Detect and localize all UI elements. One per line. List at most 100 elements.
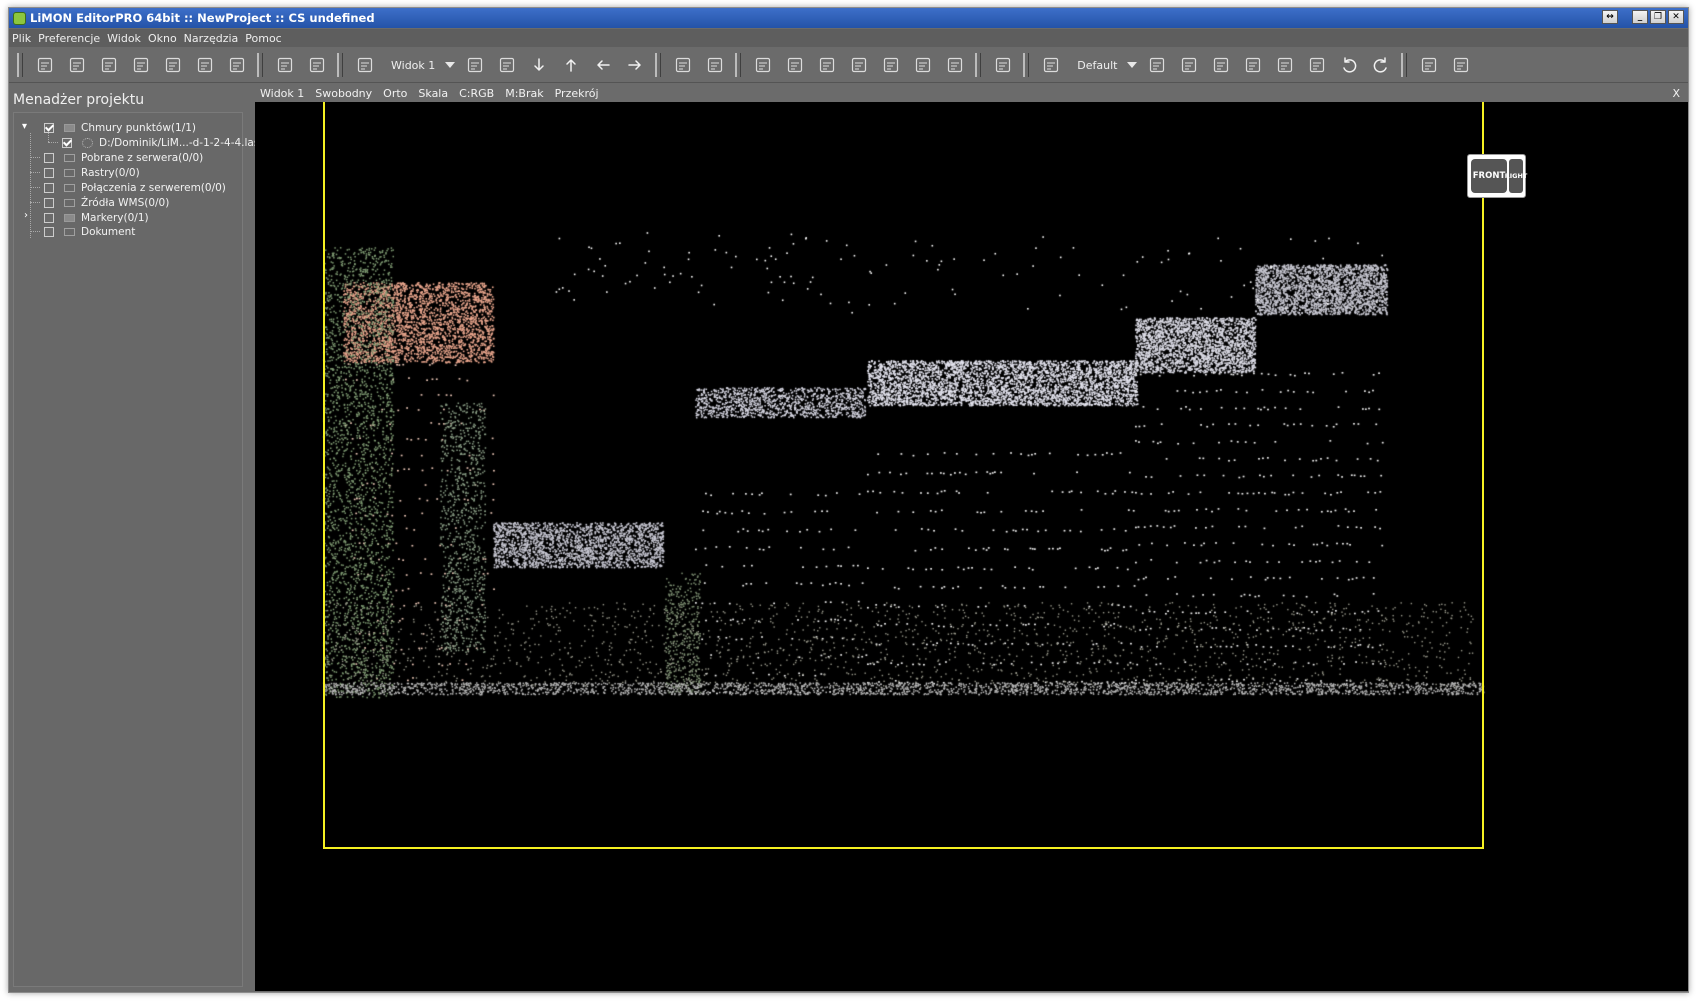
3d-viewport[interactable]: FRONT RIGHT <box>255 102 1688 991</box>
undo-icon[interactable] <box>1336 52 1362 78</box>
document-settings-icon[interactable] <box>128 52 154 78</box>
menu-plik[interactable]: Plik <box>12 32 31 45</box>
rotate-reset-icon[interactable] <box>846 52 872 78</box>
polygon-icon[interactable] <box>1176 52 1202 78</box>
arrow-right-icon[interactable] <box>622 52 648 78</box>
dots-grid-icon[interactable] <box>1240 52 1266 78</box>
title-bar[interactable]: LiMON EditorPRO 64bit :: NewProject :: C… <box>9 8 1688 28</box>
point-add-icon[interactable] <box>750 52 776 78</box>
app-window: LiMON EditorPRO 64bit :: NewProject :: C… <box>8 7 1689 993</box>
view-tabs-bar: Widok 1 Swobodny Orto Skala C:RGB M:Brak… <box>255 84 1688 102</box>
close-button[interactable]: ✕ <box>1668 10 1684 24</box>
tab-c-rgb[interactable]: C:RGB <box>459 87 494 100</box>
clipboard-icon[interactable] <box>1448 52 1474 78</box>
resize-toggle-button[interactable]: ↔ <box>1602 10 1618 24</box>
scale-icon[interactable] <box>878 52 904 78</box>
style-select[interactable]: Default <box>1071 54 1138 76</box>
view-cube-right[interactable]: RIGHT <box>1505 159 1527 193</box>
checkbox-las-file[interactable] <box>62 137 72 148</box>
menu-widok[interactable]: Widok <box>107 32 141 45</box>
close-view-button[interactable]: X <box>1672 87 1680 100</box>
list-icon[interactable] <box>224 52 250 78</box>
checkbox-dokument[interactable] <box>44 226 54 237</box>
point-cloud-icon <box>82 137 93 148</box>
point-move-icon[interactable] <box>782 52 808 78</box>
toolbar-grip[interactable] <box>1023 53 1030 77</box>
dots-lines-icon[interactable] <box>1272 52 1298 78</box>
grid-settings-icon[interactable] <box>160 52 186 78</box>
menu-okno[interactable]: Okno <box>148 32 177 45</box>
window-settings-icon[interactable] <box>96 52 122 78</box>
window-title: LiMON EditorPRO 64bit :: NewProject :: C… <box>30 11 375 25</box>
grid-icon[interactable] <box>1144 52 1170 78</box>
layout-icon[interactable] <box>32 52 58 78</box>
checkbox-rastry[interactable] <box>44 167 54 178</box>
panel-title: Menadżer projektu <box>13 92 145 108</box>
toolbar-grip[interactable] <box>735 53 742 77</box>
toolbar-grip[interactable] <box>1401 53 1408 77</box>
settings-icon[interactable] <box>1038 52 1064 78</box>
layers-icon[interactable] <box>304 52 330 78</box>
ruler-icon[interactable] <box>272 52 298 78</box>
menu-narzedzia[interactable]: Narzędzia <box>184 32 239 45</box>
pick-r-icon[interactable] <box>910 52 936 78</box>
arrow-down-icon[interactable] <box>526 52 552 78</box>
tree-item-polaczenia[interactable]: Połączenia z serwerem(0/0) <box>44 180 226 195</box>
view-settings-icon[interactable] <box>352 52 378 78</box>
menu-preferencje[interactable]: Preferencje <box>38 32 100 45</box>
pick-minus-icon[interactable] <box>942 52 968 78</box>
chevron-down-icon[interactable] <box>1127 62 1138 68</box>
tree-item-label: Dokument <box>81 225 136 238</box>
tab-przekroj[interactable]: Przekrój <box>555 87 599 100</box>
folder-icon <box>64 198 75 207</box>
frame-icon[interactable] <box>494 52 520 78</box>
checkbox-chmury[interactable] <box>44 122 54 133</box>
view-cube[interactable]: FRONT RIGHT <box>1467 154 1527 198</box>
checkbox-polaczenia[interactable] <box>44 182 54 193</box>
toolbar-grip[interactable] <box>655 53 662 77</box>
tab-orto[interactable]: Orto <box>383 87 407 100</box>
toolbar-grip[interactable] <box>17 53 23 77</box>
chevron-down-icon[interactable] <box>445 62 456 68</box>
expand-markery-icon[interactable]: › <box>24 210 28 221</box>
tree-item-chmury[interactable]: Chmury punktów(1/1) <box>44 120 196 135</box>
menu-pomoc[interactable]: Pomoc <box>245 32 281 45</box>
tree-item-rastry[interactable]: Rastry(0/0) <box>44 165 140 180</box>
toolbar-grip[interactable] <box>257 53 263 77</box>
folder-icon <box>64 123 75 132</box>
minimize-button[interactable]: _ <box>1632 10 1648 24</box>
tools-settings-icon[interactable] <box>192 52 218 78</box>
tab-widok-1[interactable]: Widok 1 <box>260 87 304 100</box>
view-select-label: Widok 1 <box>391 58 436 72</box>
profile-icon[interactable] <box>462 52 488 78</box>
checkbox-markery[interactable] <box>44 212 54 223</box>
crosshair-icon[interactable] <box>670 52 696 78</box>
checkbox-wms[interactable] <box>44 197 54 208</box>
rotate-icon[interactable] <box>814 52 840 78</box>
tree-item-markery[interactable]: Markery(0/1) <box>44 210 149 225</box>
target-icon[interactable] <box>702 52 728 78</box>
tree-item-dokument[interactable]: Dokument <box>44 224 135 239</box>
dots-icon[interactable] <box>1208 52 1234 78</box>
tab-skala[interactable]: Skala <box>418 87 448 100</box>
arrow-left-icon[interactable] <box>590 52 616 78</box>
tree-item-label: Chmury punktów(1/1) <box>81 121 197 134</box>
toolbar-grip[interactable] <box>337 53 343 77</box>
export-icon[interactable] <box>1416 52 1442 78</box>
redo-icon[interactable] <box>1368 52 1394 78</box>
checkbox-pobrane[interactable] <box>44 152 54 163</box>
tree-item-las-file[interactable]: D:/Dominik/LiM...-d-1-2-4-4.las <box>62 135 259 150</box>
view-cube-front[interactable]: FRONT <box>1471 159 1507 193</box>
tab-swobodny[interactable]: Swobodny <box>315 87 372 100</box>
tree-item-wms[interactable]: Źródła WMS(0/0) <box>44 195 169 210</box>
cloud-upload-icon[interactable] <box>990 52 1016 78</box>
tab-m-brak[interactable]: M:Brak <box>505 87 543 100</box>
restore-button[interactable]: ❐ <box>1650 10 1666 24</box>
view-select[interactable]: Widok 1 <box>385 54 456 76</box>
expand-chmury-icon[interactable]: ▾ <box>22 121 27 132</box>
tree-item-pobrane[interactable]: Pobrane z serwera(0/0) <box>44 150 203 165</box>
arrow-up-icon[interactable] <box>558 52 584 78</box>
tree-icon[interactable] <box>64 52 90 78</box>
gear-polygon-icon[interactable] <box>1304 52 1330 78</box>
toolbar-grip[interactable] <box>975 53 982 77</box>
